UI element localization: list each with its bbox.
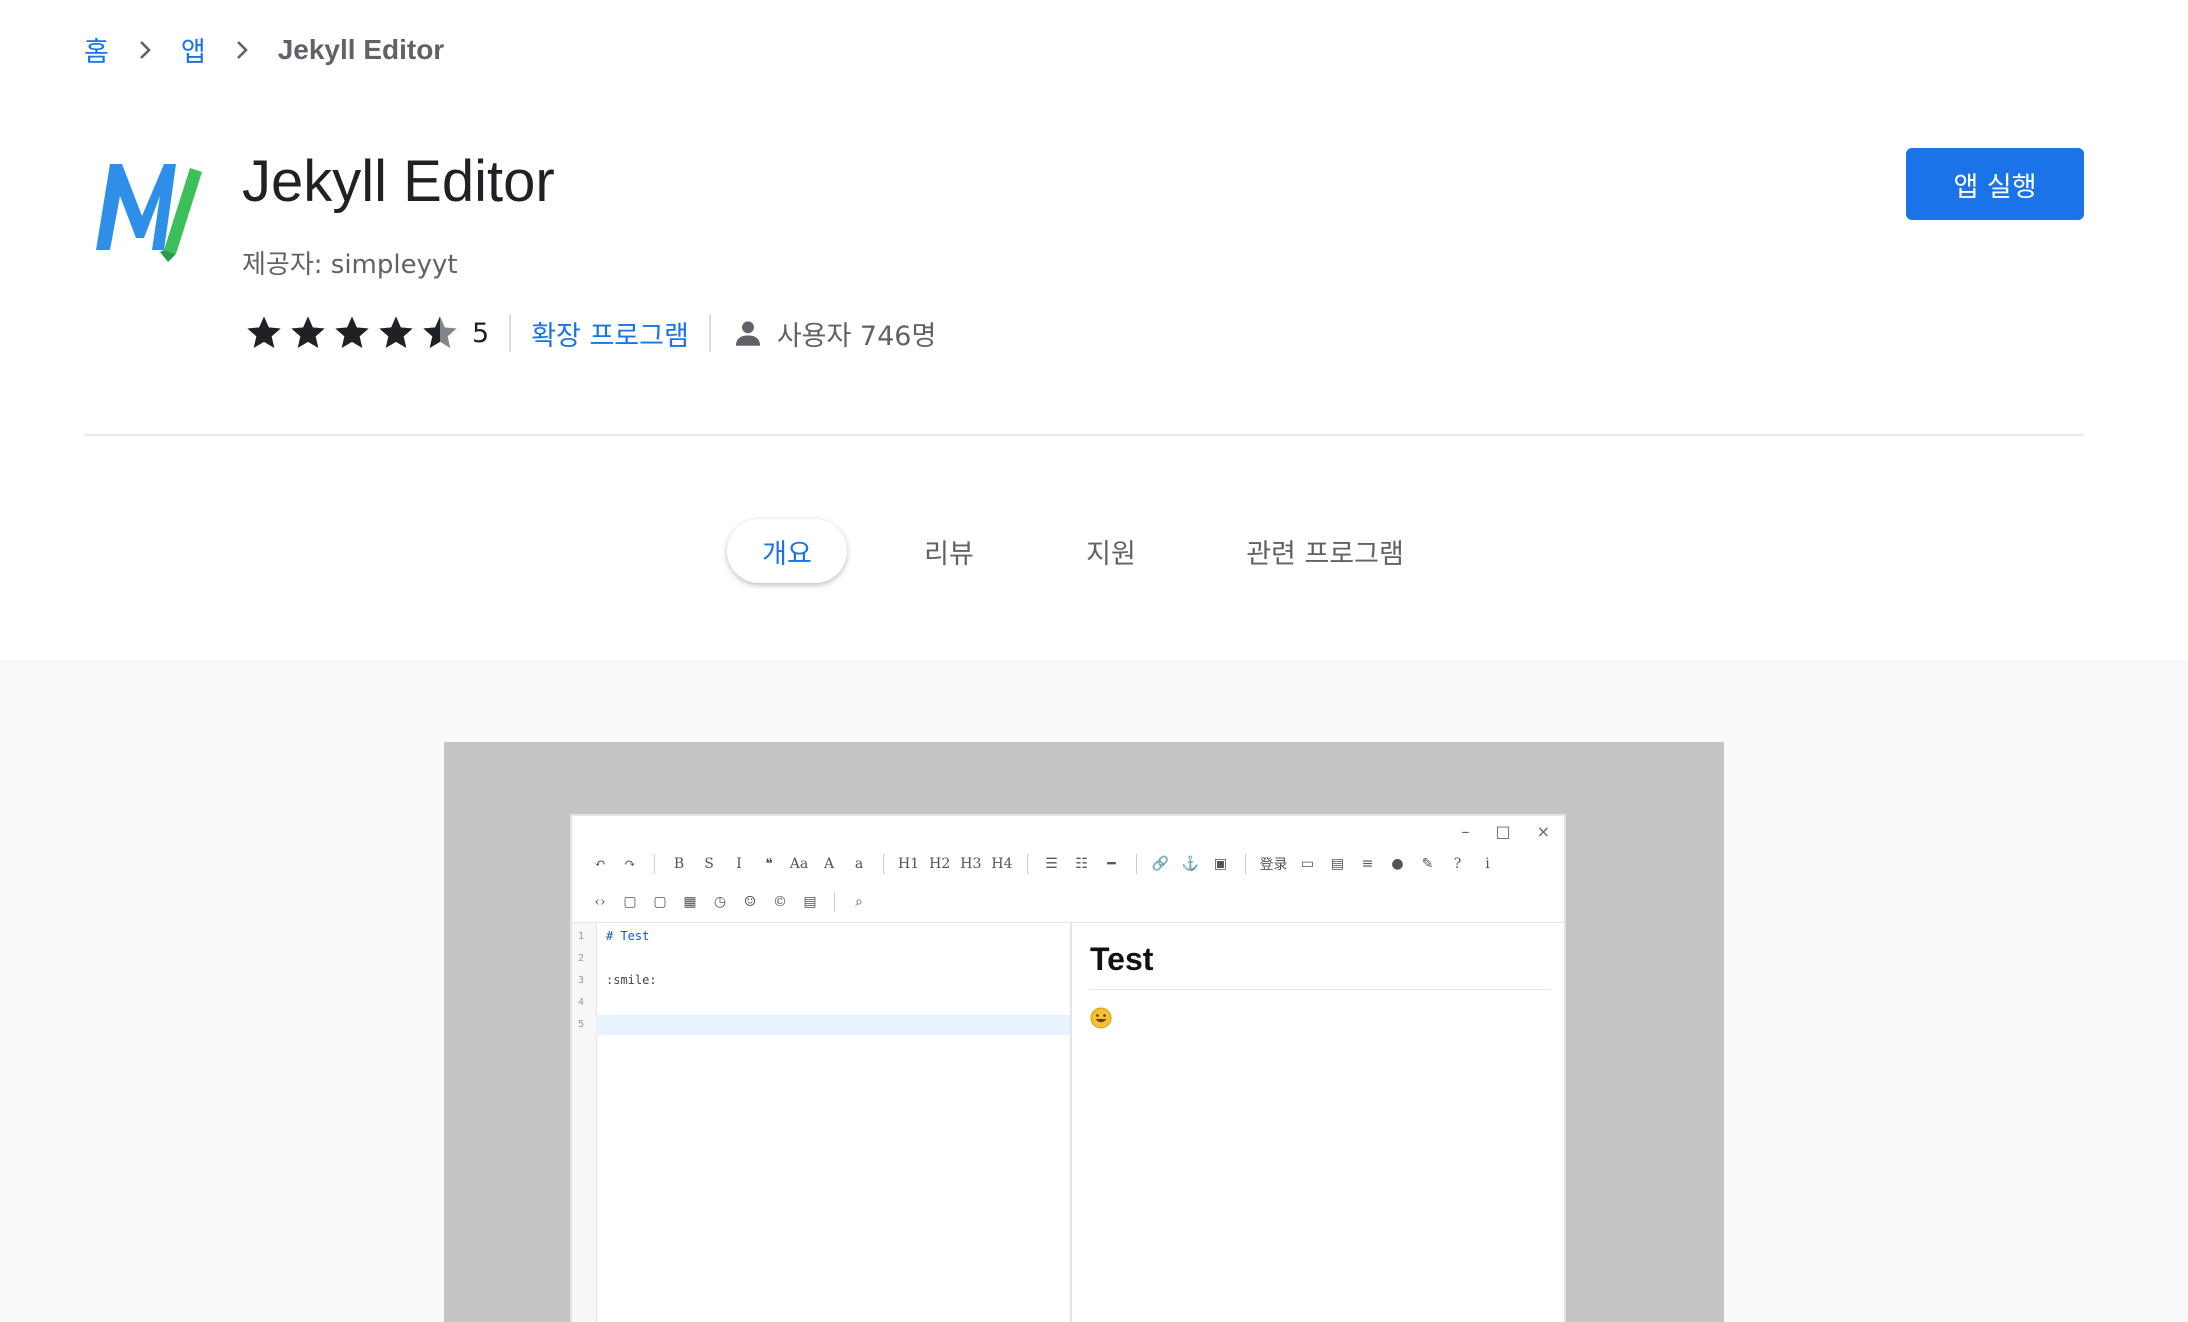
user-count: 사용자 746명 <box>776 320 937 352</box>
preview-pane: Test <box>1070 922 1566 1322</box>
line-number: 5 <box>578 1019 585 1030</box>
breadcrumb-apps-link[interactable]: 앱 <box>181 30 206 69</box>
toolbar-button: ? <box>1453 856 1462 872</box>
toolbar-separator <box>1135 854 1137 874</box>
chevron-right-icon <box>131 36 159 64</box>
chevron-right-icon <box>228 36 256 64</box>
line-number: 4 <box>578 997 585 1008</box>
star-full-icon <box>291 316 325 348</box>
toolbar-button: ☺ <box>743 894 757 910</box>
star-full-icon <box>247 316 281 348</box>
breadcrumb: 홈 앱 Jekyll Editor <box>84 30 444 69</box>
line-number: 3 <box>578 975 585 986</box>
editor-toolbar-row-1: ↶ ↷ B S I ❝ Aa Aa H1 H2 H3 H4 ☰ ☷ ━ 🔗 ⚓ ▣ 登录 ▭ ▤ ≡ ● ✎? i <box>590 854 1498 874</box>
header-divider <box>84 434 2084 436</box>
toolbar-button: ⚓ <box>1181 856 1200 872</box>
category-link[interactable]: 확장 프로그램 <box>531 314 689 353</box>
toolbar-button: ▭ <box>1300 856 1315 872</box>
toolbar-button: H3 <box>960 856 982 872</box>
toolbar-button: ━ <box>1107 856 1116 872</box>
preview-heading: Test <box>1090 941 1154 977</box>
tab-support[interactable]: 지원 <box>1056 519 1166 583</box>
toolbar-button: ↶ <box>594 856 606 872</box>
star-full-icon <box>335 316 369 348</box>
line-number: 2 <box>578 953 585 964</box>
rating-stars[interactable] <box>244 313 460 353</box>
toolbar-separator <box>654 854 655 874</box>
toolbar-button: ≡ <box>1361 856 1374 872</box>
app-meta-row: 5 확장 프로그램 사용자 746명 <box>244 310 936 356</box>
toolbar-button: ☷ <box>1075 856 1088 872</box>
app-title: Jekyll Editor <box>242 149 555 214</box>
toolbar-button: ▤ <box>1330 856 1345 872</box>
user-count-group: 사용자 746명 <box>731 314 936 353</box>
markdown-editor-pane: 1 2 3 4 5 # Test :smile: <box>572 922 1070 1322</box>
editor-window-screenshot: – □ × ↶ ↷ B S I ❝ Aa Aa H1 H2 H3 H4 ☰ ☷ ━ 🔗 ⚓ ▣ 登录 ▭ ▤ ≡ ● ✎? i … <box>570 814 1566 1322</box>
launch-app-button[interactable]: 앱 실행 <box>1906 148 2084 220</box>
screenshot-frame[interactable]: – □ × ↶ ↷ B S I ❝ Aa Aa H1 H2 H3 H4 ☰ ☷ ━ 🔗 ⚓ ▣ 登录 ▭ ▤ ≡ ● ✎? i … <box>444 742 1724 1322</box>
toolbar-button: ▣ <box>1213 856 1228 872</box>
toolbar-button: ▢ <box>623 894 637 910</box>
toolbar-button: ◷ <box>713 894 727 910</box>
toolbar-button: H2 <box>929 856 951 872</box>
person-icon <box>735 321 760 346</box>
tab-related[interactable]: 관련 프로그램 <box>1230 519 1420 583</box>
code-line: :smile: <box>606 973 657 987</box>
toolbar-button: 🔗 <box>1151 856 1170 872</box>
toolbar-button: 登录 <box>1259 857 1288 873</box>
tab-overview[interactable]: 개요 <box>727 519 847 583</box>
app-provider: 제공자: simpleyyt <box>242 250 458 280</box>
meta-divider <box>708 314 711 352</box>
detail-tabs: 개요 리뷰 지원 관련 프로그램 <box>0 519 2188 583</box>
rating-count[interactable]: 5 <box>472 318 489 349</box>
toolbar-button: S <box>704 856 714 872</box>
screenshot-gallery: – □ × ↶ ↷ B S I ❝ Aa Aa H1 H2 H3 H4 ☰ ☷ ━ 🔗 ⚓ ▣ 登录 ▭ ▤ ≡ ● ✎? i … <box>0 660 2188 1322</box>
toolbar-button: B <box>673 856 685 872</box>
maximize-icon: □ <box>1495 822 1511 841</box>
line-number: 1 <box>578 931 585 942</box>
toolbar-button: A <box>823 856 835 872</box>
toolbar-button: ▤ <box>803 894 817 910</box>
preview-heading-rule <box>1090 989 1550 990</box>
toolbar-button: ⌕ <box>855 894 863 910</box>
toolbar-button: ● <box>1391 856 1404 872</box>
toolbar-separator <box>1026 854 1028 874</box>
active-line-highlight <box>596 1015 1070 1035</box>
minimize-icon: – <box>1461 822 1470 841</box>
toolbar-separator <box>883 854 884 874</box>
toolbar-separator <box>1244 854 1246 874</box>
app-logo <box>90 158 206 268</box>
toolbar-button: H4 <box>991 856 1013 872</box>
toolbar-button: ▢ <box>653 894 667 910</box>
toolbar-button: ↷ <box>624 856 636 872</box>
toolbar-button: H1 <box>898 856 920 872</box>
toolbar-button: a <box>854 856 864 872</box>
code-line: # Test <box>606 929 650 943</box>
line-gutter <box>572 923 597 1322</box>
toolbar-button: ❝ <box>765 856 773 872</box>
tab-reviews[interactable]: 리뷰 <box>894 519 1004 583</box>
toolbar-button: i <box>1485 856 1490 872</box>
breadcrumb-home-link[interactable]: 홈 <box>84 30 109 69</box>
editor-toolbar-row-2: ‹› ▢ ▢ ▦ ◷ ☺ © ▤ ⌕ <box>590 892 869 912</box>
toolbar-button: © <box>773 894 787 910</box>
smile-emoji-icon <box>1090 1007 1112 1029</box>
toolbar-separator <box>834 892 835 912</box>
toolbar-button: ‹› <box>594 894 606 910</box>
toolbar-button: ☰ <box>1045 856 1058 872</box>
breadcrumb-current: Jekyll Editor <box>277 33 445 65</box>
toolbar-button: ✎ <box>1421 856 1434 872</box>
meta-divider <box>509 314 512 352</box>
toolbar-button: I <box>736 856 742 872</box>
window-controls: – □ × <box>1461 822 1550 841</box>
toolbar-button: ▦ <box>683 894 697 910</box>
star-half-icon <box>423 316 457 348</box>
close-icon: × <box>1536 822 1550 841</box>
toolbar-button: Aa <box>789 856 809 872</box>
star-full-icon <box>379 316 413 348</box>
